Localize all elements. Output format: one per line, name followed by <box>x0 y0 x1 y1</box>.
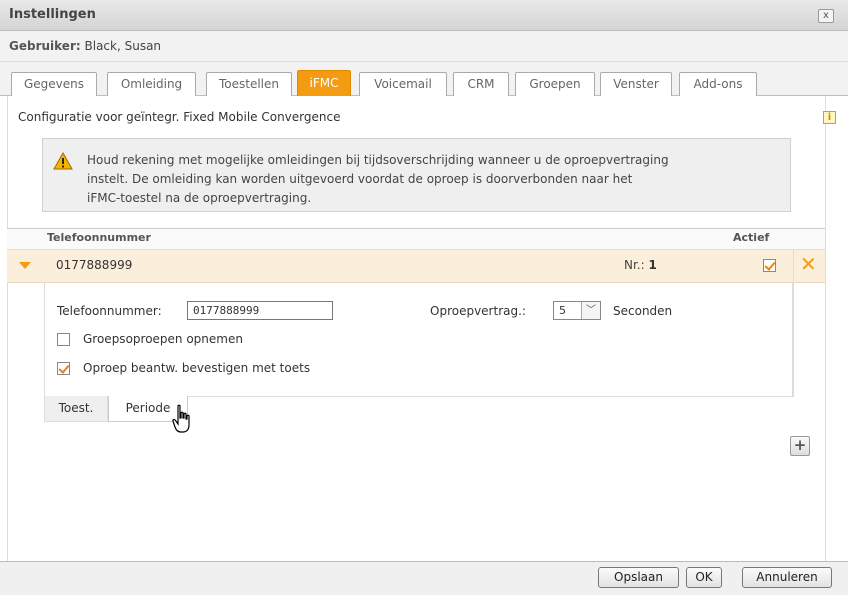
warning-text: Houd rekening met mogelijke omleidingen … <box>87 151 777 208</box>
row-number-label: Nr.: <box>624 258 645 272</box>
cancel-button[interactable]: Annuleren <box>742 567 832 588</box>
tab-add-ons[interactable]: Add-ons <box>679 72 757 97</box>
warning-icon <box>53 152 73 170</box>
hand-cursor-icon <box>172 404 190 433</box>
group-calls-checkbox[interactable] <box>57 333 70 346</box>
user-label: Gebruiker: <box>9 39 81 53</box>
row-number: Nr.: 1 <box>624 258 657 272</box>
tab-bar: Gegevens Omleiding Toestellen iFMC Voice… <box>0 62 848 97</box>
save-button[interactable]: Opslaan <box>598 567 679 588</box>
warning-box: Houd rekening met mogelijke omleidingen … <box>42 138 791 212</box>
confirm-answer-label: Oproep beantw. bevestigen met toets <box>83 361 311 375</box>
delay-label: Oproepvertrag.: <box>430 304 526 318</box>
column-header-active: Actief <box>733 231 770 244</box>
confirm-answer-checkbox[interactable] <box>57 362 70 375</box>
tab-groepen[interactable]: Groepen <box>515 72 595 97</box>
warning-line: Houd rekening met mogelijke omleidingen … <box>87 153 669 167</box>
tab-voicemail[interactable]: Voicemail <box>359 72 447 97</box>
delay-unit: Seconden <box>613 304 673 318</box>
tab-omleiding[interactable]: Omleiding <box>107 72 196 97</box>
ok-button[interactable]: OK <box>686 567 722 588</box>
chevron-down-icon: ﹀ <box>581 302 600 319</box>
window-title: Instellingen <box>9 7 96 22</box>
close-button[interactable]: x <box>818 9 834 23</box>
user-info: Gebruiker: Black, Susan <box>9 39 161 53</box>
phone-number-input[interactable]: 0177888999 <box>187 301 333 320</box>
phone-field-label: Telefoonnummer: <box>57 304 162 318</box>
warning-line: iFMC-toestel na de oproepvertraging. <box>87 191 312 205</box>
collapse-arrow-icon[interactable] <box>19 262 31 269</box>
add-number-button[interactable]: + <box>790 436 810 456</box>
column-divider <box>793 250 794 397</box>
row-number-value: 1 <box>648 258 657 272</box>
row-phone-number: 0177888999 <box>56 258 133 272</box>
column-header-phone: Telefoonnummer <box>47 231 151 244</box>
scrollbar[interactable] <box>825 96 848 561</box>
row-active-checkbox[interactable] <box>763 259 776 272</box>
delay-select[interactable]: 5 ﹀ <box>553 301 601 320</box>
subtab-toest[interactable]: Toest. <box>44 396 108 422</box>
user-name: Black, Susan <box>84 39 162 53</box>
tab-venster[interactable]: Venster <box>600 72 672 97</box>
delete-row-icon[interactable]: ✕ <box>800 254 817 274</box>
section-description: Configuratie voor geïntegr. Fixed Mobile… <box>18 110 341 124</box>
group-calls-label: Groepsoproepen opnemen <box>83 332 243 346</box>
title-bar: Instellingen x <box>0 0 848 31</box>
tab-ifmc[interactable]: iFMC <box>297 70 351 97</box>
user-bar: Gebruiker: Black, Susan <box>0 31 848 62</box>
tab-gegevens[interactable]: Gegevens <box>11 72 97 97</box>
delay-value: 5 <box>559 304 566 317</box>
info-icon[interactable]: i <box>823 111 836 124</box>
tab-toestellen[interactable]: Toestellen <box>206 72 292 97</box>
tab-crm[interactable]: CRM <box>453 72 509 97</box>
warning-line: instelt. De omleiding kan worden uitgevo… <box>87 172 633 186</box>
